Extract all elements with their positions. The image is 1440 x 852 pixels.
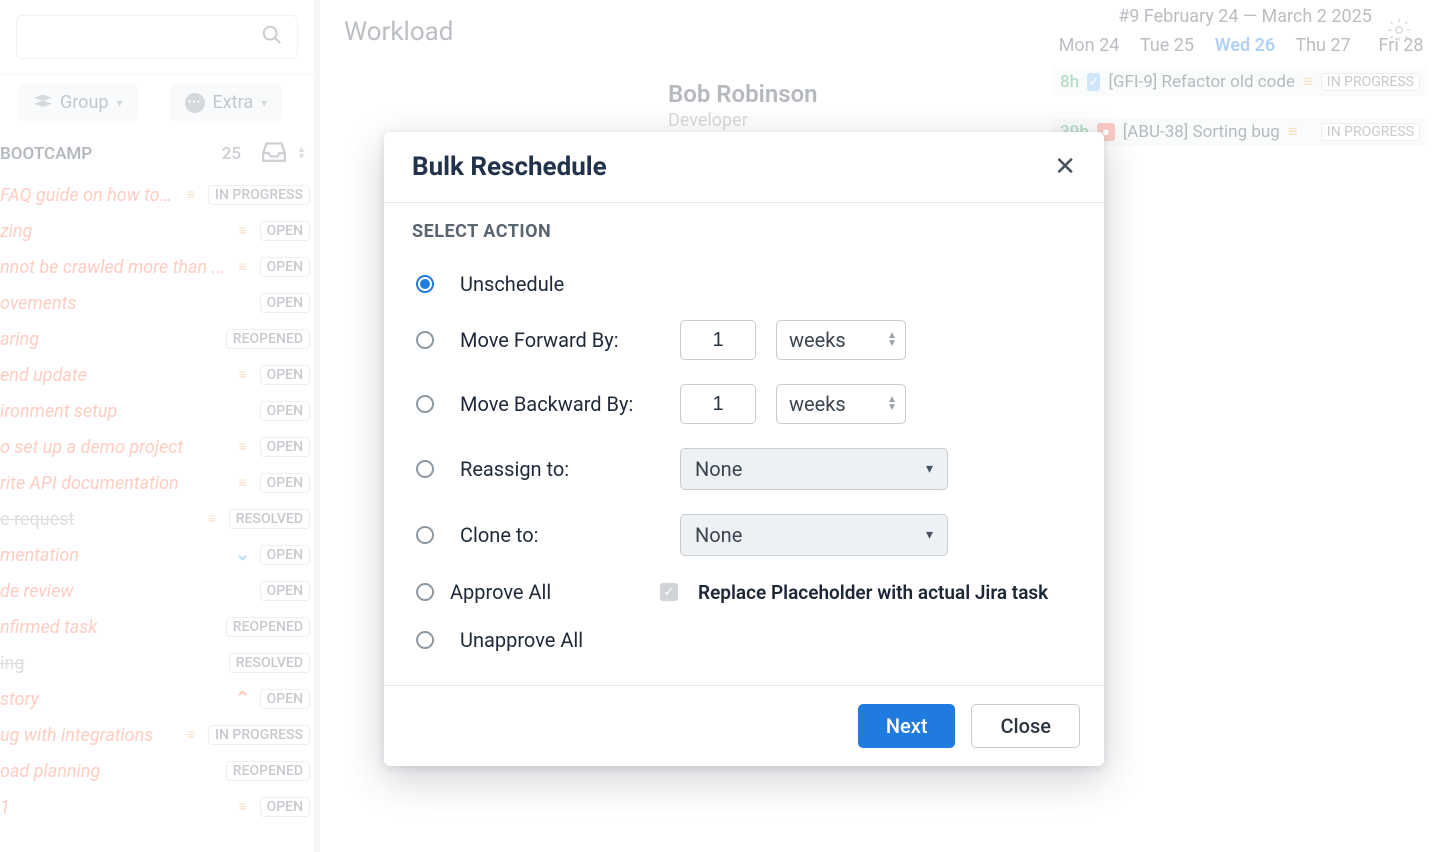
radio-label: Unapprove All: [460, 628, 660, 652]
unit-value: weeks: [789, 392, 846, 416]
move-backward-unit-select[interactable]: weeks ▲▼: [776, 384, 906, 424]
option-move-forward[interactable]: Move Forward By: weeks ▲▼: [412, 308, 1076, 372]
modal-footer: Next Close: [384, 685, 1104, 766]
section-title: SELECT ACTION: [412, 221, 1076, 242]
option-clone[interactable]: Clone to: None ▾: [412, 502, 1076, 568]
radio-unschedule[interactable]: [416, 275, 434, 293]
stepper-icon: ▲▼: [887, 396, 897, 412]
radio-reassign[interactable]: [416, 460, 434, 478]
option-approve-all[interactable]: Approve All Replace Placeholder with act…: [412, 568, 1076, 616]
close-button[interactable]: ✕: [1054, 154, 1076, 180]
modal-body: SELECT ACTION Unschedule Move Forward By…: [384, 203, 1104, 685]
modal-header: Bulk Reschedule ✕: [384, 132, 1104, 203]
radio-label: Unschedule: [460, 272, 660, 296]
radio-approve-all[interactable]: [416, 583, 434, 601]
move-forward-unit-select[interactable]: weeks ▲▼: [776, 320, 906, 360]
bulk-reschedule-modal: Bulk Reschedule ✕ SELECT ACTION Unschedu…: [384, 132, 1104, 766]
reassign-select[interactable]: None ▾: [680, 448, 948, 490]
radio-move-forward[interactable]: [416, 331, 434, 349]
option-unschedule[interactable]: Unschedule: [412, 260, 1076, 308]
stepper-icon: ▲▼: [887, 332, 897, 348]
option-unapprove-all[interactable]: Unapprove All: [412, 616, 1076, 664]
reassign-value: None: [695, 457, 742, 481]
radio-label: Approve All: [450, 580, 650, 604]
close-icon: ✕: [1054, 152, 1076, 182]
move-backward-amount-input[interactable]: [680, 384, 756, 424]
next-button-label: Next: [886, 714, 928, 738]
option-move-backward[interactable]: Move Backward By: weeks ▲▼: [412, 372, 1076, 436]
clone-value: None: [695, 523, 742, 547]
next-button[interactable]: Next: [858, 704, 956, 748]
radio-clone[interactable]: [416, 526, 434, 544]
chevron-down-icon: ▾: [926, 461, 933, 477]
replace-placeholder-label: Replace Placeholder with actual Jira tas…: [698, 581, 1048, 604]
radio-label: Move Forward By:: [460, 328, 660, 352]
unit-value: weeks: [789, 328, 846, 352]
modal-title: Bulk Reschedule: [412, 152, 607, 182]
radio-label: Clone to:: [460, 523, 660, 547]
radio-label: Reassign to:: [460, 457, 660, 481]
close-button-label: Close: [1000, 714, 1051, 738]
radio-move-backward[interactable]: [416, 395, 434, 413]
radio-label: Move Backward By:: [460, 392, 660, 416]
option-reassign[interactable]: Reassign to: None ▾: [412, 436, 1076, 502]
replace-placeholder-checkbox[interactable]: [660, 583, 678, 601]
clone-select[interactable]: None ▾: [680, 514, 948, 556]
chevron-down-icon: ▾: [926, 527, 933, 543]
radio-unapprove-all[interactable]: [416, 631, 434, 649]
move-forward-amount-input[interactable]: [680, 320, 756, 360]
close-button-footer[interactable]: Close: [971, 704, 1080, 748]
